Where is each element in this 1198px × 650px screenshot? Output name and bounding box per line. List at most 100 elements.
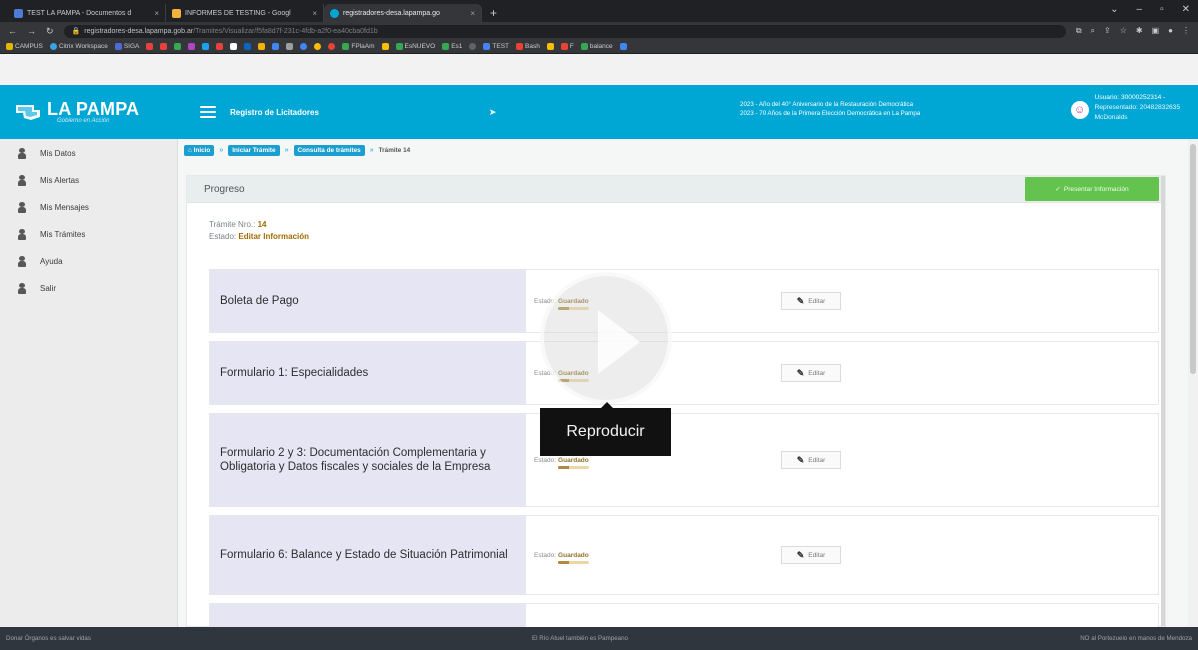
share-icon[interactable]: ⇪: [1104, 26, 1111, 36]
form-row-formulario-2-3: Formulario 2 y 3: Documentación Compleme…: [209, 413, 1159, 507]
chevron-down-icon[interactable]: ⌄: [1110, 4, 1118, 15]
bookmark-icon[interactable]: [546, 43, 554, 50]
extensions-icon[interactable]: ✱: [1136, 26, 1143, 36]
bookmark-icon[interactable]: [328, 43, 336, 50]
tramite-number: 14: [257, 220, 267, 229]
app-header: LA PAMPA Gobierno en Acción Registro de …: [0, 85, 1198, 139]
star-icon[interactable]: ☆: [1120, 26, 1127, 36]
close-window-icon[interactable]: ✕: [1182, 4, 1190, 15]
bookmark-item[interactable]: EsNUEVO: [395, 43, 435, 50]
address-bar[interactable]: 🔒 registradores-desa.lapampa.gob.ar /Tra…: [63, 24, 1066, 38]
bookmark-icon[interactable]: [469, 43, 477, 50]
sidebar-item-mis-datos[interactable]: Mis Datos: [0, 140, 177, 167]
breadcrumb-iniciar-tramite[interactable]: Iniciar Trámite: [228, 145, 280, 156]
translate-icon[interactable]: ⧉: [1076, 26, 1082, 36]
profile-icon[interactable]: ●: [1168, 26, 1173, 36]
minimize-icon[interactable]: –: [1137, 4, 1143, 15]
bookmark-icon[interactable]: [258, 43, 266, 50]
bookmark-icon[interactable]: [300, 43, 308, 50]
tab-title: registradores-desa.lapampa.go: [343, 9, 440, 17]
user-icon: [18, 229, 26, 240]
screenshot-root: TEST LA PAMPA - Documentos d × INFORMES …: [0, 0, 1198, 650]
sidebar-item-label: Mis Trámites: [40, 230, 86, 239]
bookmark-item[interactable]: Bash: [516, 43, 540, 50]
user-id: Usuario: 30000252314 -: [1094, 94, 1166, 101]
breadcrumb-separator-icon: »: [284, 147, 289, 154]
scrollbar-thumb[interactable]: [1190, 144, 1196, 374]
bookmark-icon[interactable]: [146, 43, 154, 50]
sidepanel-icon[interactable]: ▣: [1152, 26, 1160, 36]
close-icon[interactable]: ×: [154, 9, 159, 18]
user-icon: [18, 202, 26, 213]
bookmark-icon[interactable]: [174, 43, 182, 50]
browser-tabstrip: TEST LA PAMPA - Documentos d × INFORMES …: [0, 0, 1198, 22]
sidebar-item-mis-mensajes[interactable]: Mis Mensajes: [0, 194, 177, 221]
maximize-icon[interactable]: ▫: [1160, 4, 1164, 15]
bookmark-icon[interactable]: [216, 43, 224, 50]
user-company: McDonalds: [1094, 114, 1128, 121]
tab-title: TEST LA PAMPA - Documentos d: [27, 9, 132, 17]
browser-tab-docs[interactable]: TEST LA PAMPA - Documentos d ×: [8, 4, 166, 22]
edit-button[interactable]: ✎ Editar: [781, 292, 841, 310]
bookmark-item[interactable]: TEST: [483, 43, 509, 50]
browser-tab-informes[interactable]: INFORMES DE TESTING - Googl ×: [166, 4, 324, 22]
browser-tab-registradores[interactable]: registradores-desa.lapampa.go ×: [324, 4, 482, 22]
bookmark-icon[interactable]: [286, 43, 294, 50]
breadcrumb-consulta-tramites[interactable]: Consulta de trámites: [293, 145, 365, 156]
card-title: Progreso: [204, 183, 245, 195]
breadcrumb-home[interactable]: ⌂ Inicio: [184, 145, 215, 156]
sidebar-item-mis-tramites[interactable]: Mis Trámites: [0, 221, 177, 248]
status-progress: [558, 465, 589, 469]
video-play-button[interactable]: [540, 272, 672, 404]
bookmark-item[interactable]: F: [560, 43, 574, 50]
tab-title: INFORMES DE TESTING - Googl: [185, 9, 291, 17]
pencil-icon: ✎: [796, 295, 805, 306]
hamburger-menu-icon[interactable]: [200, 106, 216, 118]
footer-left: Donar Órganos es salvar vidas: [6, 635, 91, 642]
sidebar-item-label: Mis Alertas: [40, 176, 80, 185]
bookmark-icon[interactable]: [314, 43, 322, 50]
bookmark-item[interactable]: Citrix Workspace: [49, 43, 108, 50]
close-icon[interactable]: ×: [312, 9, 317, 18]
bookmark-item[interactable]: balance: [580, 43, 613, 50]
present-information-button[interactable]: ✓ Presentar Información: [1025, 177, 1159, 201]
form-row-formulario-6: Formulario 6: Balance y Estado de Situac…: [209, 515, 1159, 595]
bookmark-icon[interactable]: [381, 43, 389, 50]
new-tab-button[interactable]: +: [490, 6, 497, 20]
sidebar-item-ayuda[interactable]: Ayuda: [0, 248, 177, 275]
edit-button[interactable]: ✎ Editar: [781, 546, 841, 564]
bookmark-item[interactable]: CAMPUS: [6, 43, 43, 50]
forward-icon[interactable]: →: [27, 26, 36, 36]
play-tooltip: Reproducir: [540, 402, 671, 456]
bookmark-icon[interactable]: [188, 43, 196, 50]
page-scrollbar[interactable]: [1188, 139, 1198, 627]
brand-logo[interactable]: LA PAMPA Gobierno en Acción: [0, 85, 178, 139]
close-icon[interactable]: ×: [470, 9, 475, 18]
sidebar-item-mis-alertas[interactable]: Mis Alertas: [0, 167, 177, 194]
mouse-cursor-icon: ➤: [488, 106, 497, 117]
bookmark-icon[interactable]: [160, 43, 168, 50]
bookmark-item[interactable]: Es1: [442, 43, 462, 50]
bookmark-icon[interactable]: [202, 43, 210, 50]
zoom-icon[interactable]: ⌕: [1091, 26, 1095, 36]
edit-button[interactable]: ✎ Editar: [781, 364, 841, 382]
drive-icon: [172, 8, 181, 18]
bookmark-icon[interactable]: [619, 43, 627, 50]
menu-dots-icon[interactable]: ⋮: [1182, 26, 1190, 36]
bookmark-icon[interactable]: [244, 43, 252, 50]
app-title: Registro de Licitadores: [230, 107, 319, 117]
pencil-icon: ✎: [796, 367, 805, 378]
bookmark-item[interactable]: SIGA: [114, 43, 139, 50]
browser-toolbar: ← → ↻ 🔒 registradores-desa.lapampa.gob.a…: [0, 22, 1198, 40]
bookmark-icon[interactable]: [230, 43, 238, 50]
edit-button[interactable]: ✎ Editar: [781, 451, 841, 469]
url-path: /Tramites/Visualizar/f5fa8d7f-231c-4fdb-…: [193, 27, 378, 35]
form-title: Formulario 1: Especialidades: [210, 342, 526, 404]
user-avatar-icon: ☺: [1070, 101, 1089, 119]
back-icon[interactable]: ←: [8, 26, 17, 36]
bookmark-item[interactable]: FPlaAm: [342, 43, 375, 50]
user-menu[interactable]: ☺ Usuario: 30000252314 - Representado: 2…: [1070, 93, 1180, 123]
bookmark-icon[interactable]: [272, 43, 280, 50]
reload-icon[interactable]: ↻: [46, 26, 54, 37]
sidebar-item-salir[interactable]: Salir: [0, 275, 177, 302]
